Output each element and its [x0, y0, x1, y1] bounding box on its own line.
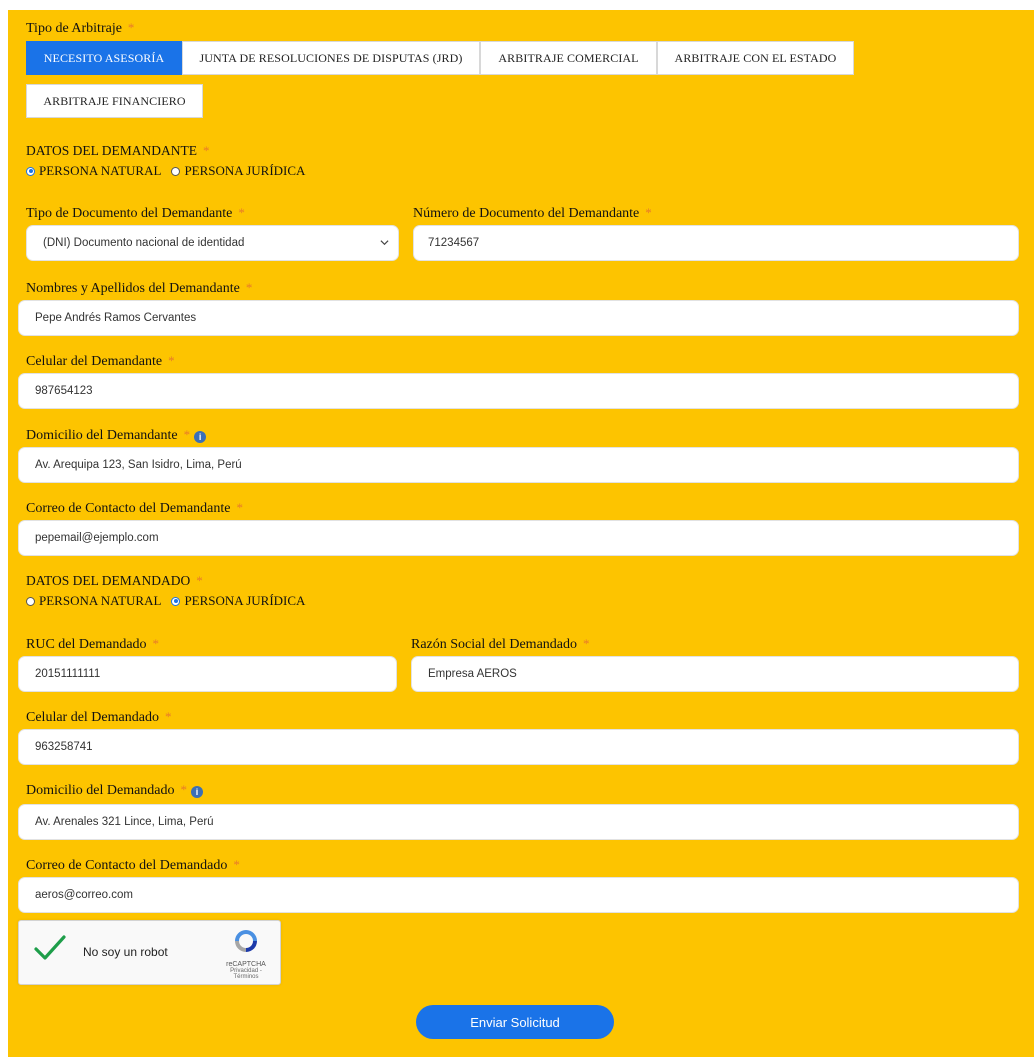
celular-demandante-value: 987654123	[35, 385, 93, 397]
celular-demandado-label-text: Celular del Demandado	[26, 710, 159, 725]
tab-arbitraje-comercial[interactable]: ARBITRAJE COMERCIAL	[480, 41, 657, 75]
correo-demandante-label-text: Correo de Contacto del Demandante	[26, 501, 231, 516]
razon-social-label-text: Razón Social del Demandado	[411, 637, 578, 652]
tipo-arbitraje-label: Tipo de Arbitraje *	[26, 20, 134, 37]
ruc-label: RUC del Demandado *	[26, 636, 159, 653]
required-mark: *	[645, 205, 652, 220]
radio-demandado-juridica[interactable]	[171, 596, 181, 606]
ruc-value: 20151111111	[35, 668, 101, 680]
required-mark: *	[238, 205, 245, 220]
tipo-arbitraje-tabs-row2: ARBITRAJE FINANCIERO	[26, 84, 203, 118]
domicilio-demandante-input[interactable]: Av. Arequipa 123, San Isidro, Lima, Perú	[18, 447, 1019, 483]
required-mark: *	[196, 573, 203, 588]
tab-jrd[interactable]: JUNTA DE RESOLUCIONES DE DISPUTAS (JRD)	[182, 41, 480, 75]
ruc-input[interactable]: 20151111111	[18, 656, 397, 692]
required-mark: *	[233, 857, 240, 872]
correo-demandado-label-text: Correo de Contacto del Demandado	[26, 858, 228, 873]
required-mark: *	[203, 143, 210, 158]
recaptcha-logo-icon	[235, 930, 257, 952]
tipo-doc-label: Tipo de Documento del Demandante *	[26, 205, 245, 222]
domicilio-demandado-label-text: Domicilio del Demandado	[26, 783, 175, 798]
required-mark: *	[164, 709, 172, 724]
required-mark: *	[245, 280, 253, 295]
info-icon[interactable]: i	[191, 786, 204, 798]
tipo-arbitraje-label-text: Tipo de Arbitraje	[26, 21, 122, 36]
required-mark: *	[168, 353, 175, 368]
celular-demandado-input[interactable]: 963258741	[18, 729, 1019, 765]
domicilio-demandante-label-text: Domicilio del Demandante	[26, 428, 178, 443]
domicilio-demandado-input[interactable]: Av. Arenales 321 Lince, Lima, Perú	[18, 804, 1019, 840]
razon-social-value: Empresa AEROS	[428, 668, 517, 680]
radio-demandante-juridica[interactable]	[171, 166, 181, 176]
check-icon[interactable]	[33, 933, 67, 963]
num-doc-input[interactable]: 71234567	[413, 225, 1019, 261]
num-doc-label-text: Número de Documento del Demandante	[413, 206, 640, 221]
tipo-doc-select[interactable]: (DNI) Documento nacional de identidad	[26, 225, 399, 261]
required-mark: *	[152, 636, 160, 651]
tab-necesito-asesoria[interactable]: NECESITO ASESORÍA	[26, 41, 182, 75]
required-mark: *	[583, 636, 590, 651]
radio-label-natural: PERSONA NATURAL	[39, 593, 162, 608]
demandado-heading-text: DATOS DEL DEMANDADO	[26, 573, 191, 588]
radio-label-natural: PERSONA NATURAL	[39, 163, 162, 178]
demandante-heading-text: DATOS DEL DEMANDANTE	[26, 143, 197, 158]
num-doc-value: 71234567	[428, 237, 480, 249]
demandado-heading: DATOS DEL DEMANDADO *	[26, 573, 203, 589]
celular-demandante-input[interactable]: 987654123	[18, 373, 1019, 409]
correo-demandante-label: Correo de Contacto del Demandante *	[26, 500, 243, 517]
radio-label-juridica: PERSONA JURÍDICA	[184, 163, 306, 178]
required-mark: *	[180, 782, 188, 797]
domicilio-demandado-value: Av. Arenales 321 Lince, Lima, Perú	[35, 816, 214, 828]
recaptcha-brand: reCAPTCHA	[226, 961, 266, 968]
nombres-label: Nombres y Apellidos del Demandante *	[26, 280, 252, 297]
demandado-tipo-persona: PERSONA NATURAL PERSONA JURÍDICA	[26, 593, 315, 609]
correo-demandante-input[interactable]: pepemail@ejemplo.com	[18, 520, 1019, 556]
nombres-label-text: Nombres y Apellidos del Demandante	[26, 281, 240, 296]
domicilio-demandado-label: Domicilio del Demandado * i	[26, 782, 204, 799]
required-mark: *	[183, 427, 191, 442]
demandante-tipo-persona: PERSONA NATURAL PERSONA JURÍDICA	[26, 163, 315, 179]
num-doc-label: Número de Documento del Demandante *	[413, 205, 652, 222]
razon-social-input[interactable]: Empresa AEROS	[411, 656, 1019, 692]
demandante-heading: DATOS DEL DEMANDANTE *	[26, 143, 210, 159]
radio-label-juridica: PERSONA JURÍDICA	[184, 593, 306, 608]
tab-arbitraje-estado[interactable]: ARBITRAJE CON EL ESTADO	[657, 41, 854, 75]
enviar-solicitud-button[interactable]: Enviar Solicitud	[416, 1005, 614, 1039]
recaptcha-text: No soy un robot	[83, 945, 168, 959]
nombres-value: Pepe Andrés Ramos Cervantes	[35, 312, 197, 324]
radio-demandado-natural[interactable]	[26, 596, 35, 606]
required-mark: *	[236, 500, 243, 515]
domicilio-demandante-value: Av. Arequipa 123, San Isidro, Lima, Perú	[35, 459, 242, 471]
domicilio-demandante-label: Domicilio del Demandante * i	[26, 427, 207, 444]
correo-demandado-value: aeros@correo.com	[35, 889, 133, 901]
radio-demandante-natural[interactable]	[26, 166, 35, 176]
celular-demandante-label: Celular del Demandante *	[26, 353, 175, 370]
celular-demandante-label-text: Celular del Demandante	[26, 354, 163, 369]
razon-social-label: Razón Social del Demandado *	[411, 636, 590, 653]
nombres-input[interactable]: Pepe Andrés Ramos Cervantes	[18, 300, 1019, 336]
tipo-arbitraje-tabs: NECESITO ASESORÍA JUNTA DE RESOLUCIONES …	[26, 41, 854, 75]
recaptcha-logo: reCAPTCHA Privacidad - Términos	[222, 927, 270, 980]
recaptcha-links[interactable]: Privacidad - Términos	[222, 968, 270, 980]
recaptcha-widget[interactable]: No soy un robot reCAPTCHA Privacidad - T…	[18, 920, 281, 985]
tab-arbitraje-financiero[interactable]: ARBITRAJE FINANCIERO	[26, 84, 203, 118]
tipo-doc-label-text: Tipo de Documento del Demandante	[26, 206, 233, 221]
celular-demandado-label: Celular del Demandado *	[26, 709, 171, 726]
ruc-label-text: RUC del Demandado	[26, 637, 147, 652]
correo-demandado-label: Correo de Contacto del Demandado *	[26, 857, 240, 874]
correo-demandante-value: pepemail@ejemplo.com	[35, 532, 159, 544]
tipo-doc-value: (DNI) Documento nacional de identidad	[43, 237, 245, 249]
info-icon[interactable]: i	[194, 431, 207, 443]
chevron-down-icon	[380, 240, 389, 246]
required-mark: *	[127, 20, 135, 35]
celular-demandado-value: 963258741	[35, 741, 93, 753]
correo-demandado-input[interactable]: aeros@correo.com	[18, 877, 1019, 913]
